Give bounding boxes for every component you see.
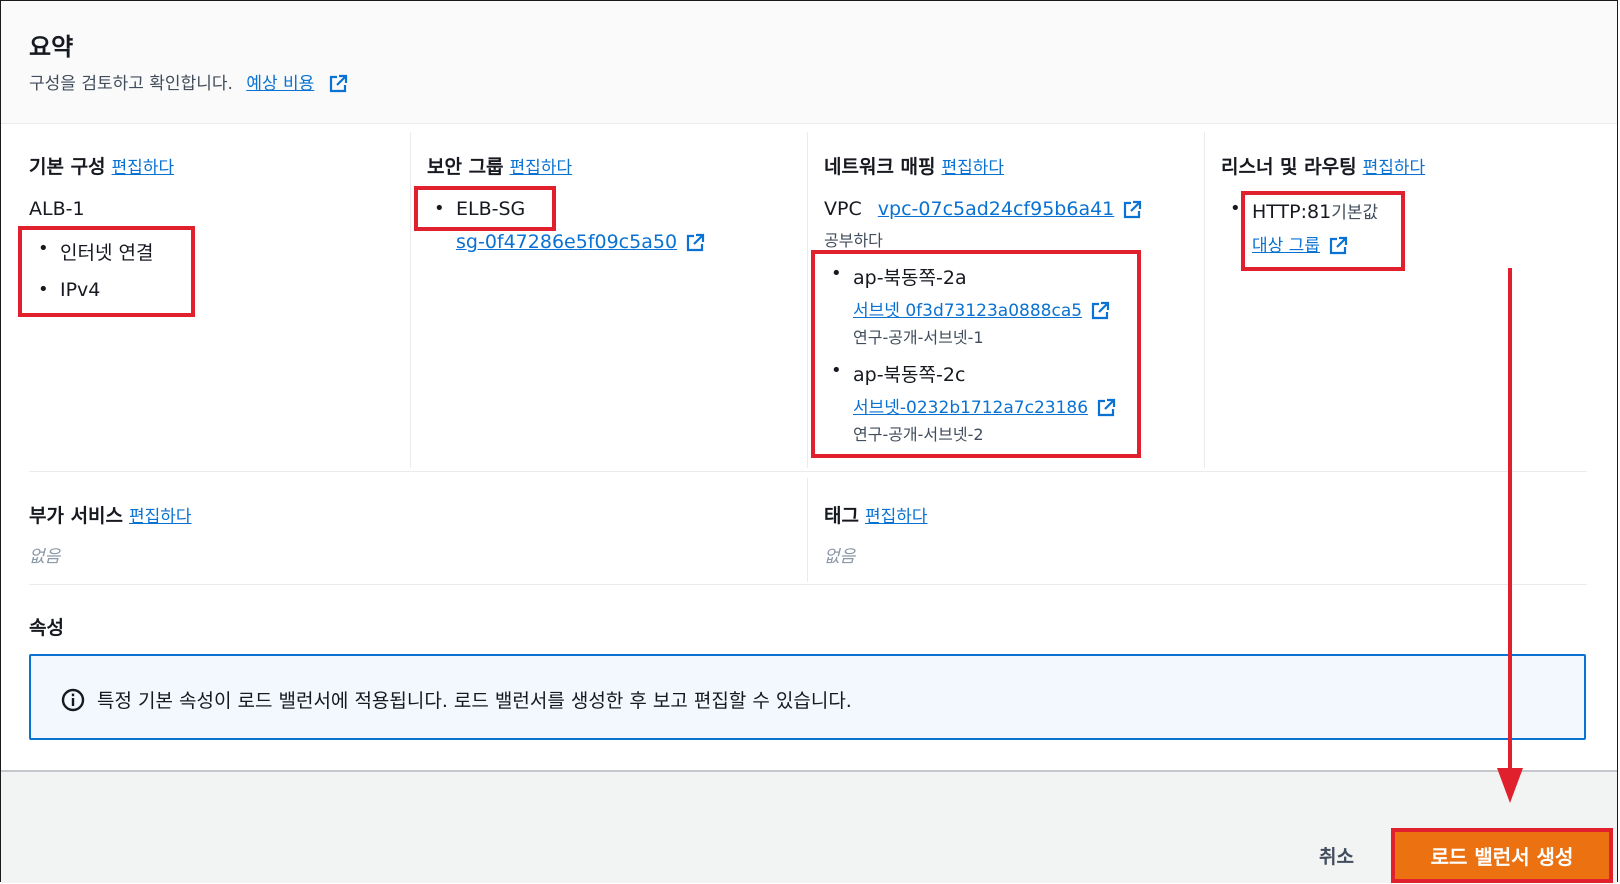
basic-config-edit-link[interactable]: 편집하다 (112, 158, 175, 178)
security-groups-edit-link[interactable]: 편집하다 (510, 158, 573, 178)
basic-config-title: 기본 구성 (29, 156, 106, 178)
column-divider (410, 132, 411, 468)
network-mapping-heading: 네트워크 매핑 편집하다 (824, 152, 1004, 179)
attributes-info-text: 특정 기본 속성이 로드 밸런서에 적용됩니다. 로드 밸런서를 생성한 후 보… (97, 690, 852, 712)
annotation-box (811, 250, 1141, 458)
security-group-id-link[interactable]: sg-0f47286e5f09c5a50 (456, 231, 677, 253)
listeners-title: 리스너 및 라우팅 (1221, 156, 1357, 178)
addons-heading: 부가 서비스 편집하다 (29, 501, 192, 528)
addons-title: 부가 서비스 (29, 505, 124, 527)
info-icon (61, 688, 85, 716)
annotation-box (18, 226, 195, 317)
load-balancer-name: ALB-1 (29, 198, 85, 220)
estimated-cost-link[interactable]: 예상 비용 (246, 74, 314, 94)
section-divider (29, 584, 1587, 585)
column-divider (807, 132, 808, 468)
page-title: 요약 (29, 33, 74, 61)
basic-config-heading: 기본 구성 편집하다 (29, 152, 174, 179)
attributes-title: 속성 (29, 617, 64, 639)
column-divider (1204, 132, 1205, 468)
external-link-icon[interactable] (685, 233, 705, 253)
footer-bar: 취소 로드 밸런서 생성 (1, 770, 1617, 883)
annotation-box (1241, 191, 1405, 271)
annotation-box (414, 186, 556, 231)
vpc-row: VPC vpc-07c5ad24cf95b6a41 (824, 198, 1142, 220)
external-link-icon[interactable] (328, 74, 348, 94)
tags-edit-link[interactable]: 편집하다 (865, 507, 928, 527)
summary-header: 요약 구성을 검토하고 확인합니다. 예상 비용 (1, 1, 1617, 124)
external-link-icon[interactable] (1122, 200, 1142, 220)
summary-panel (0, 0, 1618, 882)
security-groups-heading: 보안 그룹 편집하다 (427, 152, 572, 179)
subtitle-text: 구성을 검토하고 확인합니다. (29, 74, 233, 94)
annotation-arrow (1497, 268, 1523, 803)
tags-value: 없음 (824, 547, 856, 567)
create-load-balancer-button[interactable]: 로드 밸런서 생성 (1391, 828, 1613, 883)
vpc-id-link[interactable]: vpc-07c5ad24cf95b6a41 (878, 198, 1114, 220)
page-subtitle: 구성을 검토하고 확인합니다. 예상 비용 (29, 69, 348, 94)
addons-edit-link[interactable]: 편집하다 (129, 507, 192, 527)
tags-title: 태그 (824, 505, 859, 527)
vpc-name: 공부하다 (824, 231, 883, 250)
network-mapping-title: 네트워크 매핑 (824, 156, 936, 178)
section-divider (29, 471, 1587, 472)
security-groups-title: 보안 그룹 (427, 156, 504, 178)
attributes-info-alert: 특정 기본 속성이 로드 밸런서에 적용됩니다. 로드 밸런서를 생성한 후 보… (29, 654, 1586, 740)
network-mapping-edit-link[interactable]: 편집하다 (942, 158, 1005, 178)
cancel-button[interactable]: 취소 (1319, 842, 1354, 869)
listeners-edit-link[interactable]: 편집하다 (1363, 158, 1426, 178)
column-divider (807, 478, 808, 582)
security-group-id-row: sg-0f47286e5f09c5a50 (456, 231, 705, 253)
addons-value: 없음 (29, 547, 61, 567)
vpc-label: VPC (824, 198, 862, 220)
listeners-heading: 리스너 및 라우팅 편집하다 (1221, 152, 1425, 179)
tags-heading: 태그 편집하다 (824, 501, 928, 528)
